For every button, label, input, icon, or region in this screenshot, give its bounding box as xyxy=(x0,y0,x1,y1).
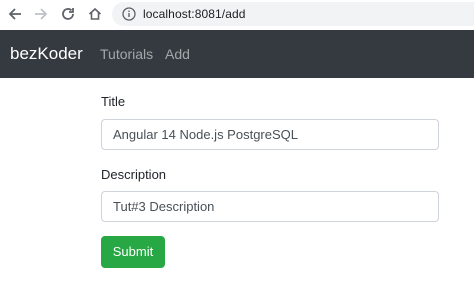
navbar: bezKoder Tutorials Add xyxy=(0,30,474,78)
back-icon[interactable] xyxy=(4,3,26,25)
browser-toolbar: localhost:8081/add xyxy=(0,0,474,31)
url-text[interactable]: localhost:8081/add xyxy=(143,7,246,21)
nav-link-add[interactable]: Add xyxy=(165,46,190,63)
description-input[interactable] xyxy=(101,191,439,222)
description-label: Description xyxy=(101,167,167,182)
home-icon[interactable] xyxy=(84,3,106,25)
address-bar[interactable]: localhost:8081/add xyxy=(112,2,474,26)
nav-link-tutorials[interactable]: Tutorials xyxy=(100,46,153,63)
forward-icon[interactable] xyxy=(30,3,52,25)
title-label: Title xyxy=(101,94,126,109)
info-icon[interactable] xyxy=(121,6,137,22)
brand-link[interactable]: bezKoder xyxy=(10,44,83,64)
reload-icon[interactable] xyxy=(57,3,79,25)
title-input[interactable] xyxy=(101,119,439,150)
submit-button[interactable]: Submit xyxy=(101,236,165,268)
